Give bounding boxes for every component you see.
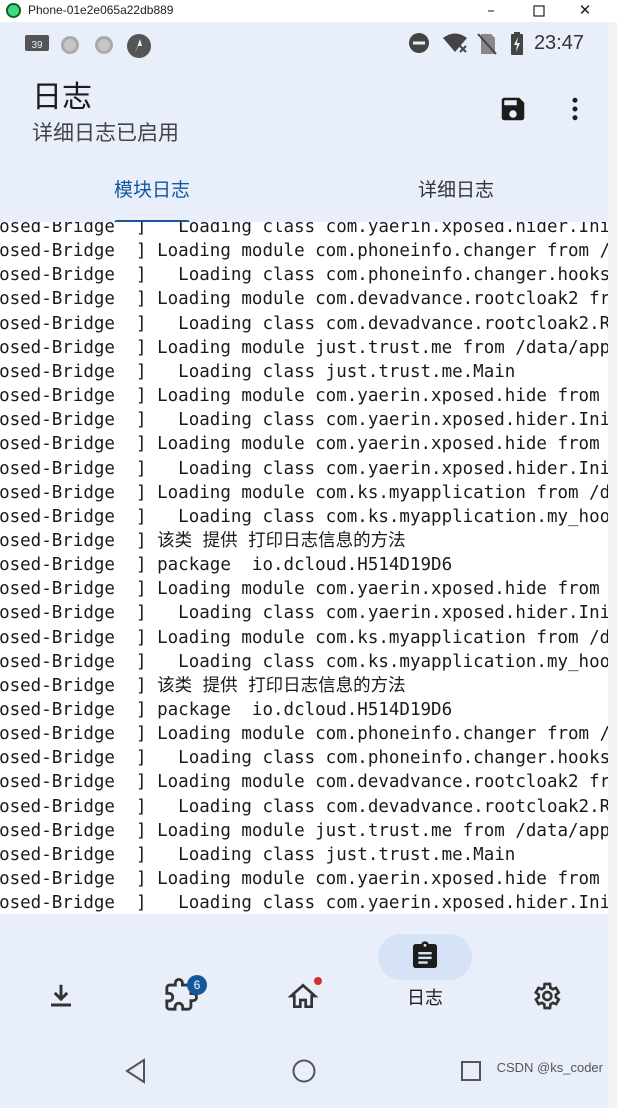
maximize-icon[interactable] bbox=[516, 0, 562, 22]
log-line: Xposed-Bridge ] Loading module com.yaeri… bbox=[0, 579, 600, 600]
log-line: Xposed-Bridge ] 该类 提供 打印日志信息的方法 bbox=[0, 530, 406, 551]
log-line: Xposed-Bridge ] Loading module com.phone… bbox=[0, 241, 608, 262]
settings-icon bbox=[534, 982, 561, 1010]
log-line: Xposed-Bridge ] Loading class com.devadv… bbox=[0, 313, 608, 334]
battery-charging-icon bbox=[510, 32, 524, 55]
more-vert-icon bbox=[572, 97, 578, 121]
home-notification-dot bbox=[314, 977, 322, 985]
log-line: Xposed-Bridge ] Loading class com.yaerin… bbox=[0, 893, 608, 914]
back-icon[interactable] bbox=[124, 1058, 148, 1084]
status-time: 23:47 bbox=[533, 31, 584, 54]
nav-item-download[interactable] bbox=[0, 914, 120, 1024]
log-line: Xposed-Bridge ] Loading module just.trus… bbox=[0, 820, 608, 841]
status-bar: 39 23:47 bbox=[0, 22, 608, 66]
log-line: Xposed-Bridge ] Loading class com.yaerin… bbox=[0, 458, 608, 479]
log-line: Xposed-Bridge ] Loading class just.trust… bbox=[0, 361, 516, 382]
wifi-off-icon bbox=[442, 32, 467, 54]
tab-bar: 模块日志 详细日志 bbox=[0, 172, 608, 224]
log-line: Xposed-Bridge ] Loading class com.yaerin… bbox=[0, 222, 608, 237]
log-line: Xposed-Bridge ] 该类 提供 打印日志信息的方法 bbox=[0, 675, 406, 696]
do-not-disturb-icon bbox=[408, 32, 432, 54]
log-line: Xposed-Bridge ] Loading module com.ks.my… bbox=[0, 482, 608, 503]
signal-app-icon bbox=[126, 33, 151, 58]
download-icon bbox=[51, 984, 71, 1007]
recents-icon[interactable] bbox=[460, 1060, 482, 1082]
log-line: Xposed-Bridge ] Loading module com.yaeri… bbox=[0, 434, 600, 455]
nav-item-logs[interactable] bbox=[378, 934, 472, 980]
log-line: Xposed-Bridge ] Loading class com.ks.mya… bbox=[0, 506, 608, 527]
window-title: Phone-01e2e065a22db889 bbox=[28, 3, 174, 17]
more-options-button[interactable] bbox=[560, 90, 590, 128]
log-line: Xposed-Bridge ] Loading module com.ks.my… bbox=[0, 627, 608, 648]
log-line: Xposed-Bridge ] Loading module just.trus… bbox=[0, 337, 608, 358]
tab-verbose-logs[interactable]: 详细日志 bbox=[304, 172, 608, 224]
page-subtitle: 详细日志已启用 bbox=[32, 121, 179, 145]
close-icon[interactable]: ✕ bbox=[562, 0, 608, 22]
save-icon bbox=[501, 97, 525, 121]
log-line: Xposed-Bridge ] package io.dcloud.H514D1… bbox=[0, 555, 453, 576]
nav-item-home[interactable] bbox=[244, 914, 364, 1024]
bottom-navigation: 6 日志 bbox=[0, 914, 608, 1034]
log-line: Xposed-Bridge ] Loading class com.devadv… bbox=[0, 796, 608, 817]
log-list[interactable]: Xposed-Bridge ] Loading class com.yaerin… bbox=[0, 222, 608, 914]
no-sim-icon bbox=[476, 32, 500, 55]
log-line: Xposed-Bridge ] package io.dcloud.H514D1… bbox=[0, 700, 453, 720]
log-line: Xposed-Bridge ] Loading module com.yaeri… bbox=[0, 386, 600, 407]
nav-item-modules[interactable]: 6 bbox=[120, 914, 240, 1024]
watermark: CSDN @ks_coder bbox=[496, 1060, 603, 1075]
minimize-icon[interactable]: – bbox=[468, 0, 514, 22]
log-line: Xposed-Bridge ] Loading class com.ks.mya… bbox=[0, 651, 608, 672]
save-button[interactable] bbox=[492, 90, 534, 128]
modules-count-badge: 6 bbox=[187, 975, 207, 995]
emulator-frame-edge bbox=[608, 22, 617, 1108]
page-title: 日志 bbox=[32, 80, 92, 115]
tab-module-logs[interactable]: 模块日志 bbox=[0, 172, 304, 224]
logs-icon bbox=[413, 941, 437, 968]
nav-label-logs: 日志 bbox=[407, 988, 443, 1009]
log-line: Xposed-Bridge ] Loading module com.devad… bbox=[0, 772, 608, 793]
log-line: Xposed-Bridge ] Loading module com.devad… bbox=[0, 289, 608, 310]
log-line: Xposed-Bridge ] Loading class com.yaerin… bbox=[0, 410, 608, 431]
home-circle-icon[interactable] bbox=[291, 1058, 317, 1084]
notification-count: 39 bbox=[31, 40, 43, 51]
log-line: Xposed-Bridge ] Loading module com.phone… bbox=[0, 724, 608, 745]
home-icon bbox=[287, 983, 319, 1008]
log-line: Xposed-Bridge ] Loading class com.phonei… bbox=[0, 748, 608, 769]
log-line: Xposed-Bridge ] Loading class com.phonei… bbox=[0, 265, 608, 286]
circle-icon bbox=[58, 33, 82, 55]
notification-39-icon: 39 bbox=[24, 33, 49, 55]
log-line: Xposed-Bridge ] Loading module com.yaeri… bbox=[0, 869, 600, 890]
log-line: Xposed-Bridge ] Loading class com.yaerin… bbox=[0, 603, 608, 624]
circle-icon bbox=[92, 33, 116, 55]
window-titlebar: Phone-01e2e065a22db889 – ✕ bbox=[0, 0, 617, 23]
android-app-icon bbox=[6, 3, 21, 18]
phone-screen: 39 23:47 日志 详细日志已启用 模块日志 详细日志 Xposed-Bri… bbox=[0, 22, 608, 1108]
nav-item-settings[interactable] bbox=[488, 914, 608, 1024]
log-line: Xposed-Bridge ] Loading class just.trust… bbox=[0, 844, 516, 865]
